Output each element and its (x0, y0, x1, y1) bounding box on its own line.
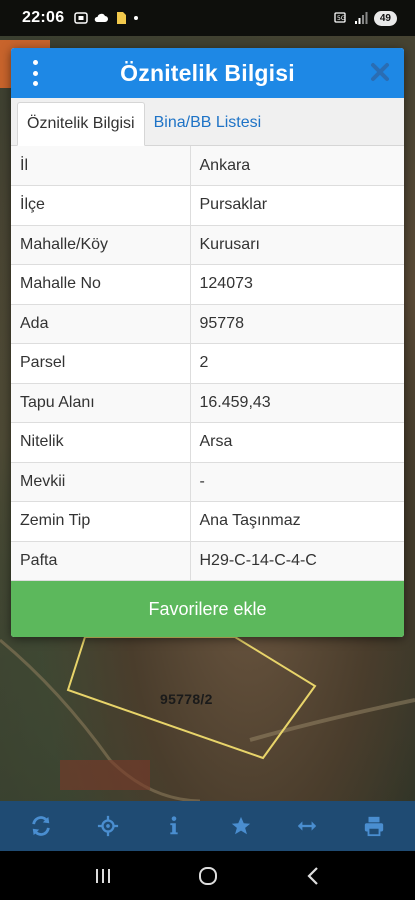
row-value: 16.459,43 (190, 383, 404, 423)
row-key: Ada (11, 304, 191, 344)
table-row: Mahalle No 124073 (11, 264, 404, 305)
back-icon (306, 866, 318, 885)
signal-icon (354, 12, 368, 24)
table-row: İlçe Pursaklar (11, 185, 404, 226)
tab-bar: Öznitelik Bilgisi Bina/BB Listesi (11, 98, 404, 146)
close-icon[interactable] (368, 60, 392, 84)
row-value: 2 (190, 343, 404, 384)
row-key: İl (11, 146, 191, 186)
screenshot-icon (74, 12, 89, 24)
tab-building-list[interactable]: Bina/BB Listesi (145, 101, 271, 145)
row-value: Ana Taşınmaz (190, 501, 404, 542)
info-icon (170, 816, 178, 835)
recents-button[interactable] (81, 856, 125, 896)
menu-kebab-icon[interactable] (25, 60, 45, 86)
attribute-table: İl Ankara İlçe Pursaklar Mahalle/Köy Kurusa… (11, 146, 404, 581)
refresh-icon (32, 816, 50, 836)
dialog-header: Öznitelik Bilgisi (11, 48, 404, 98)
row-key: Tapu Alanı (11, 383, 191, 423)
row-key: Zemin Tip (11, 501, 191, 542)
table-row: Tapu Alanı 16.459,43 (11, 383, 404, 423)
row-value: Pursaklar (190, 185, 404, 226)
table-row: Zemin Tip Ana Taşınmaz (11, 501, 404, 542)
locate-button[interactable] (88, 806, 128, 846)
attribute-dialog: Öznitelik Bilgisi Öznitelik Bilgisi Bina… (11, 48, 404, 637)
row-key: Mevkii (11, 462, 191, 502)
row-key: Pafta (11, 541, 191, 581)
status-notification-icons (74, 11, 139, 25)
table-row: Parsel 2 (11, 343, 404, 384)
map-toolbar (0, 801, 415, 851)
print-button[interactable] (354, 806, 394, 846)
table-row: Mevkii - (11, 462, 404, 502)
status-more-dot (134, 16, 139, 20)
row-key: Nitelik (11, 422, 191, 463)
info-button[interactable] (154, 806, 194, 846)
wifi-calling-icon: 5G (334, 12, 346, 23)
star-icon (231, 816, 250, 835)
row-key: Parsel (11, 343, 191, 384)
svg-text:5G: 5G (337, 15, 346, 22)
home-icon (198, 866, 217, 885)
row-key: İlçe (11, 185, 191, 226)
sim-card-icon (117, 12, 127, 24)
table-row: Mahalle/Köy Kurusarı (11, 225, 404, 265)
dialog-title: Öznitelik Bilgisi (120, 59, 295, 86)
row-value: 124073 (190, 264, 404, 305)
row-key: Mahalle No (11, 264, 191, 305)
row-value: Kurusarı (190, 225, 404, 265)
row-value: 95778 (190, 304, 404, 344)
favorites-button[interactable] (221, 806, 261, 846)
row-value: Arsa (190, 422, 404, 463)
table-row: Ada 95778 (11, 304, 404, 344)
home-button[interactable] (186, 856, 230, 896)
refresh-button[interactable] (21, 806, 61, 846)
row-value: Ankara (190, 146, 404, 186)
table-row: Pafta H29-C-14-C-4-C (11, 541, 404, 581)
locate-icon (97, 815, 118, 837)
status-time: 22:06 (22, 9, 65, 26)
print-icon (364, 816, 383, 837)
row-key: Mahalle/Köy (11, 225, 191, 265)
recents-icon (95, 868, 110, 883)
table-row: İl Ankara (11, 146, 404, 186)
table-row: Nitelik Arsa (11, 422, 404, 463)
back-button[interactable] (291, 856, 335, 896)
measure-button[interactable] (287, 806, 327, 846)
tab-attribute-info[interactable]: Öznitelik Bilgisi (17, 102, 145, 146)
add-favorite-button[interactable]: Favorilere ekle (11, 581, 404, 637)
row-value: H29-C-14-C-4-C (190, 541, 404, 581)
measure-icon (298, 821, 317, 831)
status-bar: 22:06 5G 49 (0, 0, 415, 36)
parcel-label: 95778/2 (160, 691, 213, 707)
battery-indicator: 49 (373, 10, 397, 26)
status-system-icons: 5G 49 (334, 10, 397, 26)
row-value: - (190, 462, 404, 502)
system-nav-bar (0, 851, 415, 900)
cloud-icon (95, 13, 109, 22)
